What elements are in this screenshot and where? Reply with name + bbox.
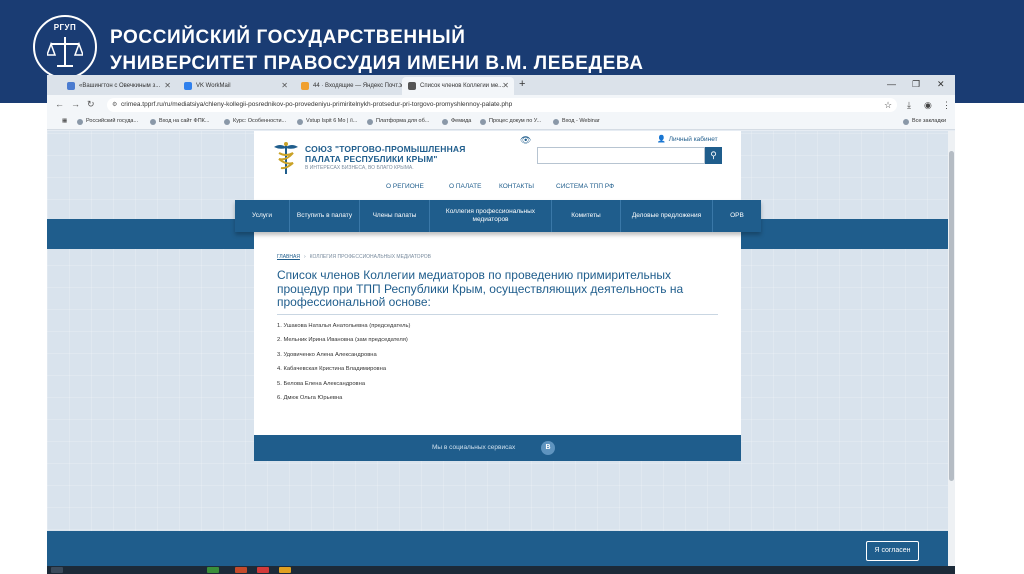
user-icon: 👤: [657, 136, 666, 143]
search-icon[interactable]: ⚲: [705, 147, 722, 164]
scrollbar[interactable]: [948, 131, 955, 574]
taskbar-app-icon[interactable]: [207, 567, 219, 573]
close-window-icon[interactable]: ✕: [937, 79, 945, 90]
scales-icon: [47, 37, 83, 67]
breadcrumb-home[interactable]: ГЛАВНАЯ: [277, 254, 300, 260]
list-item: 6. Дмюк Ольга Юрьевна: [277, 394, 343, 401]
tab-label: VK WorkMail: [196, 83, 231, 89]
bookmark-item[interactable]: Российский госуда...: [77, 118, 138, 125]
chamber-logo[interactable]: [272, 141, 300, 175]
presentation-slide: РГУП РОССИЙСКИЙ ГОСУДАРСТВЕННЫЙ УНИВЕРСИ…: [0, 0, 1024, 574]
chamber-name-line-2[interactable]: ПАЛАТА РЕСПУБЛИКИ КРЫМ": [305, 154, 438, 164]
taskbar-app-icon[interactable]: [235, 567, 247, 573]
bookmark-item[interactable]: Вход на сайт ФПК...: [150, 118, 209, 125]
tab-favicon-icon: [184, 82, 192, 90]
bookmark-item[interactable]: Платформа для об...: [367, 118, 429, 125]
reload-icon[interactable]: ↻: [87, 99, 95, 110]
minimize-icon[interactable]: —: [887, 79, 896, 89]
browser-tab-1[interactable]: «Вашингтон с Овечкиным з... ✕: [61, 77, 176, 95]
bookmark-star-icon[interactable]: ☆: [884, 100, 892, 111]
address-bar[interactable]: ⚙ crimea.tpprf.ru/ru/mediatsiya/chleny-k…: [107, 98, 897, 112]
download-icon[interactable]: ⤓: [907, 100, 911, 111]
tab-label: Список членов Коллегии ме...: [420, 83, 504, 89]
browser-tab-active[interactable]: Список членов Коллегии ме... ✕: [402, 77, 514, 95]
profile-icon[interactable]: ◉: [924, 100, 932, 111]
accept-cookies-button[interactable]: Я согласен: [866, 541, 919, 561]
menu-item-committees[interactable]: Комитеты: [552, 200, 621, 232]
menu-item-orv[interactable]: ОРВ: [713, 200, 761, 232]
social-text: Мы в социальных сервисах: [432, 444, 516, 451]
site-container: СОЮЗ "ТОРГОВО-ПРОМЫШЛЕННАЯ ПАЛАТА РЕСПУБ…: [254, 131, 741, 461]
start-icon[interactable]: [51, 567, 63, 573]
tab-label: 44 · Входящие — Яндекс Почт...: [313, 83, 403, 89]
breadcrumb-current: КОЛЛЕГИЯ ПРОФЕССИОНАЛЬНЫХ МЕДИАТОРОВ: [309, 254, 432, 260]
social-bar: Мы в социальных сервисах В: [254, 435, 741, 461]
link-tpp-system[interactable]: СИСТЕМА ТПП РФ: [556, 183, 614, 190]
bookmark-item[interactable]: Курс: Особенности...: [224, 118, 286, 125]
back-icon[interactable]: ←: [55, 99, 64, 109]
link-region[interactable]: О РЕГИОНЕ: [386, 183, 424, 190]
page-title: Список членов Коллегии медиаторов по про…: [277, 268, 684, 309]
page-viewport: СОЮЗ "ТОРГОВО-ПРОМЫШЛЕННАЯ ПАЛАТА РЕСПУБ…: [47, 131, 948, 574]
scroll-thumb[interactable]: [949, 151, 954, 481]
tab-favicon-icon: [301, 82, 309, 90]
accessibility-eye-icon[interactable]: 👁: [520, 135, 531, 146]
browser-window: «Вашингтон с Овечкиным з... ✕ VK WorkMai…: [47, 75, 955, 574]
university-logo: РГУП: [33, 15, 97, 79]
members-list: 1. Ушакова Наталья Анатольевна (председа…: [277, 323, 717, 409]
university-name-line-2: УНИВЕРСИТЕТ ПРАВОСУДИЯ ИМЕНИ В.М. ЛЕБЕДЕ…: [110, 53, 644, 74]
apps-icon[interactable]: ▦: [53, 118, 67, 124]
vk-icon[interactable]: В: [541, 441, 555, 455]
close-tab-icon[interactable]: ✕: [502, 81, 509, 90]
bookmark-item[interactable]: Вход - Webinar: [553, 118, 600, 125]
list-item: 5. Белова Елена Александровна: [277, 380, 366, 387]
bookmarks-bar: ▦ Российский госуда... Вход на сайт ФПК.…: [47, 115, 955, 130]
caduceus-icon: [274, 142, 298, 174]
list-item: 2. Мельник Ирина Ивановна (зам председат…: [277, 337, 408, 344]
maximize-icon[interactable]: ❐: [912, 79, 920, 90]
menu-item-members[interactable]: Члены палаты: [360, 200, 430, 232]
university-name-line-1: РОССИЙСКИЙ ГОСУДАРСТВЕННЫЙ: [110, 27, 466, 48]
logo-text: РГУП: [53, 23, 77, 32]
menu-item-services[interactable]: Услуги: [235, 200, 290, 232]
link-chamber[interactable]: О ПАЛАТЕ: [449, 183, 481, 190]
tab-strip: «Вашингтон с Овечкиным з... ✕ VK WorkMai…: [47, 75, 955, 95]
taskbar-app-icon[interactable]: [279, 567, 291, 573]
site-search-input[interactable]: [537, 147, 705, 164]
bookmark-item[interactable]: Фемида: [442, 118, 471, 125]
tab-label: «Вашингтон с Овечкиным з...: [79, 83, 161, 89]
menu-item-join[interactable]: Вступить в палату: [290, 200, 360, 232]
list-item: 3. Удовиченко Алена Александровна: [277, 351, 377, 358]
site-info-icon[interactable]: ⚙: [112, 101, 117, 108]
taskbar-app-icon[interactable]: [257, 567, 269, 573]
breadcrumb: ГЛАВНАЯ › КОЛЛЕГИЯ ПРОФЕССИОНАЛЬНЫХ МЕДИАТ…: [277, 254, 432, 260]
chamber-tagline: В ИНТЕРЕСАХ БИЗНЕСА, ВО БЛАГО КРЫМА.: [305, 165, 414, 171]
main-menu: Услуги Вступить в палату Члены палаты Ко…: [235, 200, 761, 232]
personal-cabinet-link[interactable]: 👤 Личный кабинет: [657, 135, 718, 143]
chamber-name-line-1[interactable]: СОЮЗ "ТОРГОВО-ПРОМЫШЛЕННАЯ: [305, 144, 466, 154]
all-bookmarks-folder[interactable]: Все закладки: [903, 118, 946, 125]
list-item: 4. Кабачевская Кристина Владимировна: [277, 366, 387, 373]
link-contacts[interactable]: КОНТАКТЫ: [499, 183, 534, 190]
menu-item-offers[interactable]: Деловые предложения: [621, 200, 713, 232]
browser-tab-3[interactable]: 44 · Входящие — Яндекс Почт... ✕: [295, 77, 410, 95]
url-text: crimea.tpprf.ru/ru/mediatsiya/chleny-kol…: [121, 101, 513, 108]
bookmark-item[interactable]: Vstup Ispit 6 Mo | /i...: [297, 118, 357, 125]
tab-favicon-icon: [408, 82, 416, 90]
divider: [277, 314, 718, 315]
menu-item-mediators[interactable]: Коллегия профессиональных медиаторов: [430, 200, 552, 232]
forward-icon[interactable]: →: [71, 99, 80, 109]
browser-toolbar: ← → ↻ ⚙ crimea.tpprf.ru/ru/mediatsiya/ch…: [47, 95, 955, 115]
browser-tab-2[interactable]: VK WorkMail ✕: [178, 77, 293, 95]
menu-dots-icon[interactable]: ⋮: [942, 100, 951, 111]
close-tab-icon[interactable]: ✕: [164, 81, 171, 90]
top-links: О РЕГИОНЕ О ПАЛАТЕ КОНТАКТЫ СИСТЕМА ТПП …: [254, 183, 741, 195]
list-item: 1. Ушакова Наталья Анатольевна (председа…: [277, 323, 411, 329]
os-taskbar: [47, 566, 955, 574]
tab-favicon-icon: [67, 82, 75, 90]
bookmark-item[interactable]: Процес докум по У...: [480, 118, 541, 125]
new-tab-button[interactable]: +: [519, 78, 525, 90]
close-tab-icon[interactable]: ✕: [281, 81, 288, 90]
